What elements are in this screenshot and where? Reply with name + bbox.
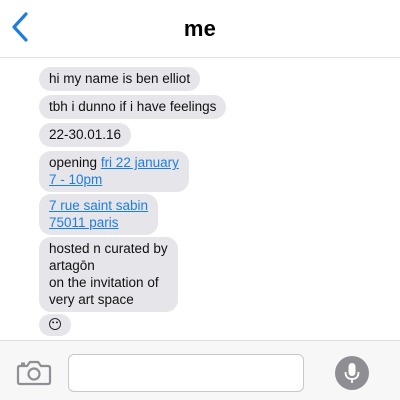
message-line: hosted n curated by bbox=[49, 241, 168, 256]
microphone-button[interactable] bbox=[335, 356, 369, 390]
date-link[interactable]: fri 22 january bbox=[101, 155, 179, 170]
message-text: hi my name is ben elliot bbox=[49, 71, 191, 86]
microphone-icon bbox=[344, 363, 360, 383]
emoji-text: 😶 bbox=[48, 317, 63, 332]
message-text: tbh i dunno if i have feelings bbox=[49, 99, 217, 114]
message-bubble: 22-30.01.16 bbox=[39, 123, 132, 147]
message-bubble: hi my name is ben elliot bbox=[39, 67, 201, 91]
message-line: artagōn bbox=[49, 258, 95, 273]
message-line: on the invitation of bbox=[49, 275, 159, 290]
address-link[interactable]: 7 rue saint sabin bbox=[49, 198, 148, 213]
message-input[interactable] bbox=[69, 355, 303, 391]
message-line: very art space bbox=[49, 292, 134, 307]
camera-icon bbox=[16, 360, 52, 386]
postcode-link[interactable]: 75011 paris bbox=[49, 215, 119, 230]
time-link[interactable]: 7 - 10pm bbox=[49, 172, 102, 187]
message-line: opening fri 22 january bbox=[49, 154, 179, 171]
message-line: 7 rue saint sabin bbox=[49, 197, 148, 214]
camera-button[interactable] bbox=[16, 358, 52, 386]
message-bubble: tbh i dunno if i have feelings bbox=[39, 95, 227, 119]
message-thread: hi my name is ben elliot tbh i dunno if … bbox=[0, 58, 400, 340]
message-line: 7 - 10pm bbox=[49, 171, 179, 188]
message-bubble: hosted n curated by artagōn on the invit… bbox=[39, 237, 178, 312]
message-line: 75011 paris bbox=[49, 214, 148, 231]
message-composer bbox=[0, 340, 400, 400]
message-text: 22-30.01.16 bbox=[49, 127, 122, 142]
message-bubble: 😶 bbox=[39, 314, 72, 336]
message-bubble: 7 rue saint sabin 75011 paris bbox=[39, 194, 159, 235]
message-bubble: opening fri 22 january 7 - 10pm bbox=[39, 151, 189, 192]
navigation-bar: me bbox=[0, 0, 400, 58]
conversation-title: me bbox=[183, 16, 217, 41]
message-input-field[interactable] bbox=[68, 354, 304, 392]
message-text: opening bbox=[49, 155, 101, 170]
